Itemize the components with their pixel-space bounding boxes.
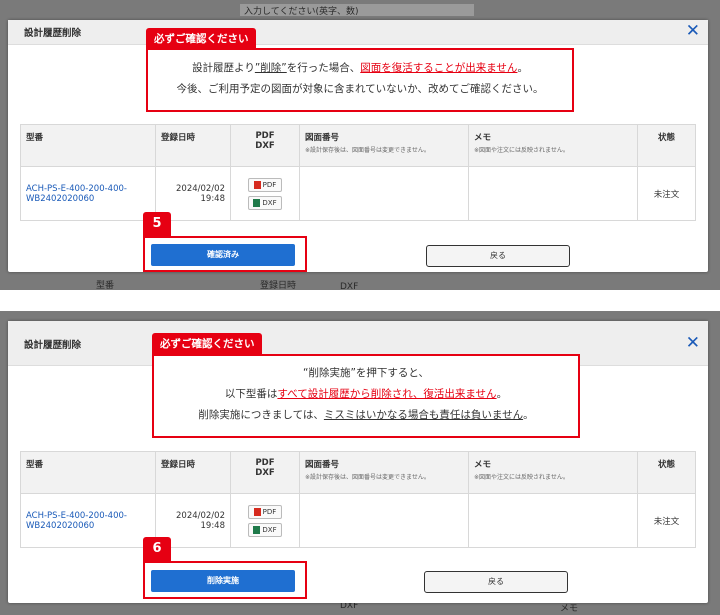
table-header-row: 型番 登録日時 PDF DXF 図面番号 ※設計保存後は、図面番号は変更できませ… (20, 451, 696, 494)
notice-line-2: 今後、ご利用予定の図面が対象に含まれていないか、改めてご確認ください。 (176, 83, 544, 95)
confirm-button[interactable]: 確認済み (151, 244, 295, 266)
date-text: 2024/02/02 (176, 510, 225, 521)
notice-tag: 必ずご確認ください (146, 28, 256, 49)
screenshot-panel-2: DXF メモ 設計履歴削除 ✕ 必ずご確認ください “削除実施”を押下すると、 … (0, 311, 720, 615)
cell-memo (468, 166, 638, 221)
cell-drawing (299, 493, 469, 548)
notice-text: を行った場合、 (286, 62, 361, 74)
notice-disclaimer-text: ミスミはいかなる場合も責任は負いません (323, 409, 524, 421)
notice-emphasis: ”削除” (254, 62, 287, 74)
col-status: 状態 (637, 451, 696, 494)
col-pdf-dxf: PDF DXF (230, 124, 300, 167)
table-header-row: 型番 登録日時 PDF DXF 図面番号 ※設計保存後は、図面番号は変更できませ… (20, 124, 696, 167)
col-pdf-dxf: PDF DXF (230, 451, 300, 494)
col-drawing-note: ※設計保存後は、図面番号は変更できません。 (305, 147, 430, 154)
notice-line-2: 以下型番はすべて設計履歴から削除され、復活出来ません。 (154, 386, 578, 401)
pdf-file-icon (253, 507, 261, 516)
cell-files: PDF DXF (230, 166, 300, 221)
notice-warning-text: 図面を復活することが出来ません (360, 62, 518, 74)
back-button[interactable]: 戻る (424, 571, 568, 593)
col-memo-label: メモ (474, 133, 492, 143)
dxf-download-button[interactable]: DXF (248, 195, 282, 210)
notice-text: 。 (517, 62, 528, 74)
notice-line-1: “削除実施”を押下すると、 (154, 365, 578, 380)
cell-model: ACH-PS-E-400-200-400- WB2402020060 (20, 493, 156, 548)
cell-model: ACH-PS-E-400-200-400- WB2402020060 (20, 166, 156, 221)
back-button[interactable]: 戻る (426, 245, 570, 267)
pdf-file-icon (253, 180, 261, 189)
model-link[interactable]: ACH-PS-E-400-200-400- WB2402020060 (26, 511, 127, 531)
notice-text: 設計履歴より (192, 62, 255, 74)
notice-emphasis: “削除実施” (303, 367, 356, 379)
notice-text: 以下型番は (224, 388, 278, 400)
modal-header: 設計履歴削除 ✕ (8, 20, 708, 45)
notice-text: を押下すると、 (355, 367, 429, 379)
history-table: 型番 登録日時 PDF DXF 図面番号 ※設計保存後は、図面番号は変更できませ… (20, 124, 696, 221)
col-drawing-note: ※設計保存後は、図面番号は変更できません。 (305, 474, 430, 481)
screenshot-panel-1: 入力してください(英字、数) 型番 登録日時 DXF 設計履歴削除 ✕ 必ずご確… (0, 0, 720, 290)
table-row: ACH-PS-E-400-200-400- WB2402020060 2024/0… (20, 166, 696, 221)
col-drawing: 図面番号 ※設計保存後は、図面番号は変更できません。 (299, 124, 469, 167)
cell-files: PDF DXF (230, 493, 300, 548)
step-badge: 5 (143, 212, 171, 236)
step-badge: 6 (143, 537, 171, 561)
col-drawing: 図面番号 ※設計保存後は、図面番号は変更できません。 (299, 451, 469, 494)
col-status: 状態 (637, 124, 696, 167)
bg-dxf-label: DXF (340, 282, 359, 290)
close-icon[interactable]: ✕ (686, 21, 700, 41)
modal-title: 設計履歴削除 (24, 28, 82, 39)
col-drawing-label: 図面番号 (305, 133, 340, 143)
dxf-download-button[interactable]: DXF (248, 522, 282, 537)
notice-tag: 必ずご確認ください (152, 333, 262, 354)
bg-search-placeholder: 入力してください(英字、数) (240, 4, 474, 17)
cell-memo (468, 493, 638, 548)
dxf-file-icon (253, 525, 261, 534)
notice-line-1: 設計履歴より”削除”を行った場合、図面を復活することが出来ません。 (148, 60, 572, 75)
bg-model-label: 型番 (96, 281, 115, 290)
delete-history-modal: 設計履歴削除 ✕ 必ずご確認ください 設計履歴より”削除”を行った場合、図面を復… (8, 20, 708, 272)
dxf-file-icon (253, 198, 261, 207)
notice-warning-text: すべて設計履歴から削除され、復活出来ません (277, 388, 497, 400)
notice-text: 。 (496, 388, 508, 400)
cell-drawing (299, 166, 469, 221)
modal-title: 設計履歴削除 (24, 340, 82, 351)
col-date: 登録日時 (155, 124, 231, 167)
col-model: 型番 (20, 124, 156, 167)
notice-line-3: 削除実施につきましては、ミスミはいかなる場合も責任は負いません。 (154, 407, 578, 422)
col-model: 型番 (20, 451, 156, 494)
col-pdf-label: PDF (255, 458, 275, 468)
time-text: 19:48 (200, 520, 226, 531)
pdf-download-button[interactable]: PDF (248, 177, 282, 192)
col-dxf-label: DXF (255, 468, 275, 478)
notice-box: “削除実施”を押下すると、 以下型番はすべて設計履歴から削除され、復活出来ません… (152, 354, 580, 438)
close-icon[interactable]: ✕ (686, 333, 700, 353)
col-memo: メモ ※図面や注文には反映されません。 (468, 124, 638, 167)
col-memo-label: メモ (474, 460, 492, 470)
col-memo-note: ※図面や注文には反映されません。 (474, 147, 569, 154)
pdf-download-button[interactable]: PDF (248, 504, 282, 519)
cell-status: 未注文 (637, 493, 696, 548)
notice-box: 設計履歴より”削除”を行った場合、図面を復活することが出来ません。 今後、ご利用… (146, 48, 574, 112)
time-text: 19:48 (200, 193, 226, 204)
history-table: 型番 登録日時 PDF DXF 図面番号 ※設計保存後は、図面番号は変更できませ… (20, 451, 696, 548)
delete-history-modal: 設計履歴削除 ✕ 必ずご確認ください “削除実施”を押下すると、 以下型番はすべ… (8, 321, 708, 603)
col-memo-note: ※図面や注文には反映されません。 (474, 474, 569, 481)
col-drawing-label: 図面番号 (305, 460, 340, 470)
cell-status: 未注文 (637, 166, 696, 221)
delete-execute-button[interactable]: 削除実施 (151, 570, 295, 592)
notice-text: 。 (523, 409, 534, 421)
col-date: 登録日時 (155, 451, 231, 494)
col-dxf-label: DXF (255, 141, 275, 151)
date-text: 2024/02/02 (176, 183, 225, 194)
col-memo: メモ ※図面や注文には反映されません。 (468, 451, 638, 494)
col-pdf-label: PDF (255, 131, 275, 141)
bg-date-label: 登録日時 (260, 281, 297, 290)
model-link[interactable]: ACH-PS-E-400-200-400- WB2402020060 (26, 184, 127, 204)
table-row: ACH-PS-E-400-200-400- WB2402020060 2024/0… (20, 493, 696, 548)
notice-text: 削除実施につきましては、 (198, 409, 324, 421)
